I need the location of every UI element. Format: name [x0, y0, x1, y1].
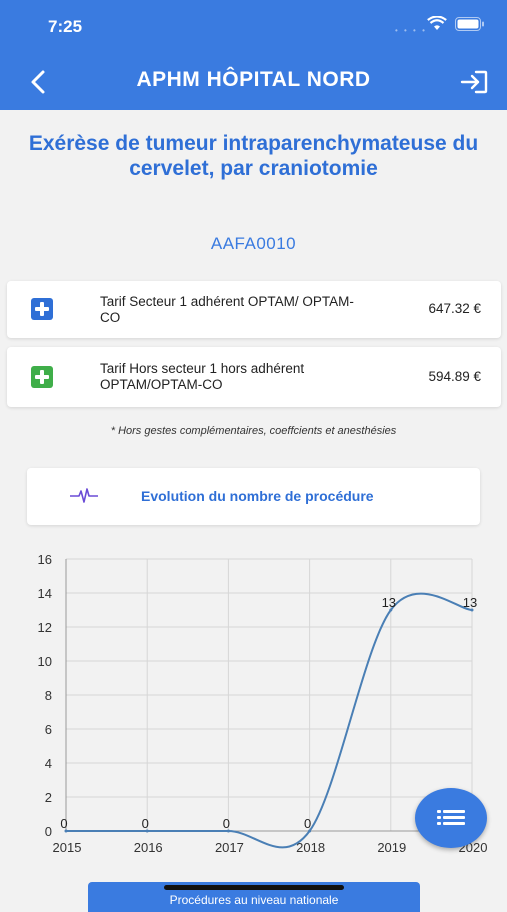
tarif-card-hors-secteur1: Tarif Hors secteur 1 hors adhérent OPTAM… [7, 347, 501, 407]
procedure-title: Exérèse de tumeur intraparenchymateuse d… [28, 132, 479, 180]
heartbeat-icon [70, 488, 98, 503]
x-tick-label: 2016 [134, 840, 163, 855]
tarif-note: * Hors gestes complémentaires, coeffcien… [110, 425, 397, 437]
y-tick-label: 2 [45, 790, 52, 805]
y-tick-label: 6 [45, 722, 52, 737]
y-tick-label: 10 [38, 654, 52, 669]
tarif-price: 647.32 € [428, 301, 481, 316]
data-label: 0 [60, 816, 67, 831]
y-tick-label: 14 [38, 586, 52, 601]
y-tick-label: 8 [45, 688, 52, 703]
y-tick-label: 4 [45, 756, 52, 771]
evolution-card[interactable]: Evolution du nombre de procédure [27, 468, 480, 525]
tarif-label: Tarif Hors secteur 1 hors adhérent OPTAM… [100, 361, 305, 392]
x-tick-label: 2017 [215, 840, 244, 855]
procedure-code: AAFA0010 [210, 234, 297, 253]
tarif-card-secteur1: Tarif Secteur 1 adhérent OPTAM/ OPTAM-CO… [7, 281, 501, 338]
x-tick-label: 2019 [377, 840, 406, 855]
y-tick-label: 16 [38, 552, 52, 567]
plus-square-icon [31, 366, 53, 388]
plus-square-icon [31, 298, 53, 320]
status-icons [427, 16, 485, 32]
list-fab-button[interactable] [415, 788, 487, 848]
x-tick-label: 2015 [53, 840, 82, 855]
battery-icon [455, 17, 484, 31]
tarif-label: Tarif Secteur 1 adhérent OPTAM/ OPTAM-CO [100, 294, 354, 325]
status-time: 7:25 [48, 17, 83, 36]
evolution-label: Evolution du nombre de procédure [141, 488, 374, 504]
y-tick-label: 0 [45, 824, 52, 839]
data-label: 0 [142, 816, 149, 831]
data-label: 0 [223, 816, 230, 831]
data-label: 0 [304, 816, 311, 831]
data-label: 13 [382, 595, 396, 610]
app-header: 7:25 • • • • APHM HÔPITAL NORD [0, 0, 507, 110]
series-line [65, 592, 473, 849]
signal-dots: • • • • [395, 26, 427, 35]
national-procedures-label: Procédures au niveau nationale [169, 893, 339, 907]
wifi-icon [427, 16, 447, 30]
data-label: 13 [463, 595, 477, 610]
x-tick-label: 2018 [296, 840, 325, 855]
tarif-price: 594.89 € [428, 369, 481, 384]
page-title: APHM HÔPITAL NORD [136, 68, 371, 91]
title-bar: APHM HÔPITAL NORD [0, 60, 507, 104]
home-indicator [164, 885, 344, 890]
logout-icon[interactable] [459, 68, 489, 96]
y-tick-label: 12 [38, 620, 52, 635]
